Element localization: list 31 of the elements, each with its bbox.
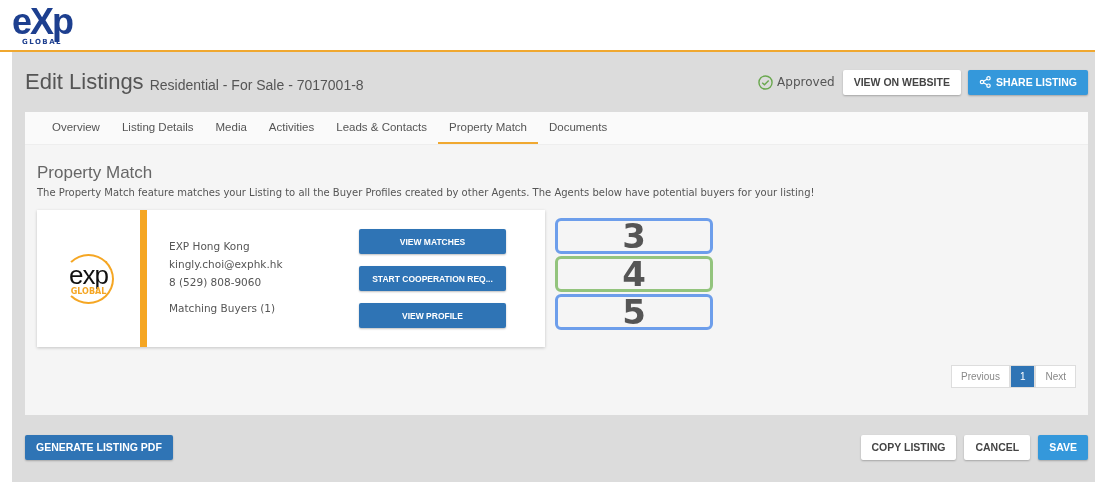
card-action-button[interactable]: VIEW PROFILE	[359, 303, 506, 328]
matching-buyers: Matching Buyers (1)	[169, 302, 277, 314]
next-page-button[interactable]: Next	[1035, 365, 1076, 388]
card-action-button[interactable]: START COOPERATION REQ...	[359, 266, 506, 291]
agent-name: EXP Hong Kong	[169, 240, 251, 252]
number-callout: 3	[555, 218, 713, 254]
tab[interactable]: Listing Details	[110, 112, 205, 144]
tab[interactable]: Media	[204, 112, 258, 144]
check-circle-icon	[758, 74, 774, 90]
status-label: Approved	[777, 75, 835, 89]
tab[interactable]: Leads & Contacts	[325, 112, 438, 144]
view-website-button[interactable]: VIEW ON WEBSITE	[842, 69, 961, 95]
card-action-button[interactable]: VIEW MATCHES	[359, 229, 506, 254]
tab[interactable]: Overview	[41, 112, 111, 144]
number-callout: 5	[555, 294, 713, 330]
section-title: Property Match	[37, 163, 154, 183]
footer-button[interactable]: CANCEL	[964, 434, 1031, 460]
tab[interactable]: Activities	[257, 112, 326, 144]
previous-page-button[interactable]: Previous	[950, 365, 1010, 388]
page-number-button[interactable]: 1	[1009, 365, 1036, 388]
footer-button[interactable]: COPY LISTING	[860, 434, 957, 460]
section-description: The Property Match feature matches your Listing to all the Buyer Profiles created by other Agents. The Agents below have potential buyers for your listing!	[37, 187, 816, 198]
generate-pdf-button[interactable]: GENERATE LISTING PDF	[25, 434, 173, 460]
tab[interactable]: Documents	[538, 112, 619, 144]
number-callout: 4	[555, 256, 713, 292]
agent-email: kingly.choi@exphk.hk	[169, 258, 284, 270]
share-icon	[978, 76, 991, 88]
page-title: Edit Listings	[25, 69, 144, 95]
agent-phone: 8 (529) 808-9060	[169, 276, 263, 288]
tab[interactable]: Property Match	[438, 112, 538, 144]
listing-subtitle: Residential - For Sale - 7017001-8	[149, 76, 364, 93]
